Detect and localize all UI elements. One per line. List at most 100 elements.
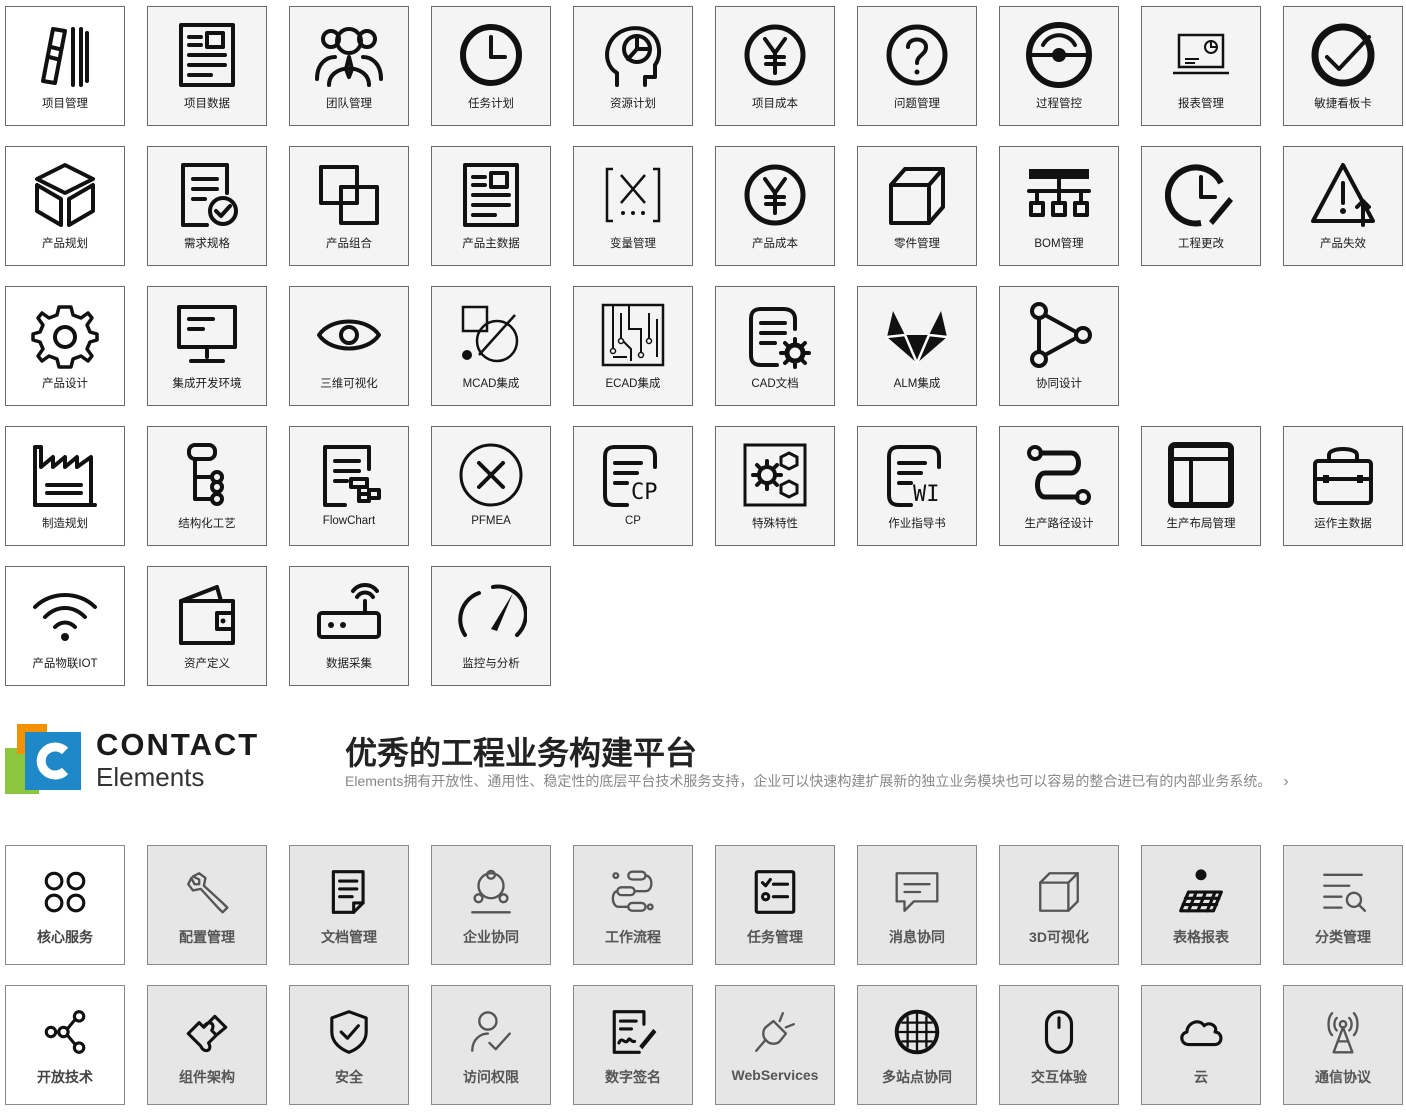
module-tile[interactable]: 云	[1141, 985, 1261, 1105]
module-tile[interactable]: ALM集成	[857, 286, 977, 406]
laptop-chart-icon	[1163, 17, 1239, 93]
module-tile[interactable]: 产品成本	[715, 146, 835, 266]
feature-grid-top: 项目管理 项目数据 团队管理 任务计划 资源计划 项目成本 问题管理 过程管控 报表管理 敏捷看板…	[5, 6, 1403, 686]
module-label: 任务计划	[468, 98, 514, 110]
module-tile[interactable]: 问题管理	[857, 6, 977, 126]
module-label: 任务管理	[747, 929, 803, 945]
share-icon	[37, 1004, 93, 1060]
module-tile[interactable]: 制造规划	[5, 426, 125, 546]
module-tile[interactable]: 监控与分析	[431, 566, 551, 686]
module-tile[interactable]: 开放技术	[5, 985, 125, 1105]
platform-description[interactable]: Elements拥有开放性、通用性、稳定性的底层平台技术服务支持，企业可以快速构…	[345, 771, 1289, 791]
route-icon	[1021, 437, 1097, 513]
module-tile[interactable]: 产品组合	[289, 146, 409, 266]
doc-gear-icon	[737, 297, 813, 373]
module-tile[interactable]: 安全	[289, 985, 409, 1105]
module-label: 通信协议	[1315, 1069, 1371, 1085]
module-tile[interactable]: 产品规划	[5, 146, 125, 266]
question-icon	[879, 17, 955, 93]
module-tile[interactable]: 文档管理	[289, 845, 409, 965]
module-tile[interactable]: 协同设计	[999, 286, 1119, 406]
module-tile[interactable]: 三维可视化	[289, 286, 409, 406]
module-tile[interactable]: 工作流程	[573, 845, 693, 965]
module-label: 产品失效	[1320, 238, 1366, 250]
mcad-shapes-icon	[453, 297, 529, 373]
module-label: BOM管理	[1034, 238, 1084, 250]
warning-icon	[1305, 157, 1381, 233]
module-tile[interactable]: 产品失效	[1283, 146, 1403, 266]
chevron-right-icon[interactable]: ›	[1283, 773, 1288, 791]
module-tile[interactable]: FlowChart	[289, 426, 409, 546]
module-tile[interactable]: 需求规格	[147, 146, 267, 266]
module-tile[interactable]: 产品物联IOT	[5, 566, 125, 686]
module-tile[interactable]: 产品主数据	[431, 146, 551, 266]
module-tile[interactable]: 表格报表	[1141, 845, 1261, 965]
module-tile[interactable]: 数字签名	[573, 985, 693, 1105]
module-tile[interactable]: 变量管理	[573, 146, 693, 266]
module-label: MCAD集成	[462, 378, 520, 390]
table-icon	[1173, 864, 1229, 920]
gauge-icon	[1021, 17, 1097, 93]
module-tile[interactable]: 资产定义	[147, 566, 267, 686]
module-label: 产品物联IOT	[32, 658, 98, 670]
module-tile[interactable]: 生产路径设计	[999, 426, 1119, 546]
module-tile[interactable]: 消息协同	[857, 845, 977, 965]
module-tile[interactable]: 过程管控	[999, 6, 1119, 126]
module-tile[interactable]: 结构化工艺	[147, 426, 267, 546]
module-tile[interactable]: 分类管理	[1283, 845, 1403, 965]
workflow-icon	[605, 864, 661, 920]
module-tile[interactable]: 3D可视化	[999, 845, 1119, 965]
module-tile[interactable]: BOM管理	[999, 146, 1119, 266]
module-tile[interactable]: 特殊特性	[715, 426, 835, 546]
module-tile[interactable]: 通信协议	[1283, 985, 1403, 1105]
module-tile[interactable]: 集成开发环境	[147, 286, 267, 406]
module-tile[interactable]: WebServices	[715, 985, 835, 1105]
wifi-icon	[27, 577, 103, 653]
module-tile[interactable]: 团队管理	[289, 6, 409, 126]
module-label: 文档管理	[321, 929, 377, 945]
module-label: 三维可视化	[320, 378, 378, 390]
module-label: 协同设计	[1036, 378, 1082, 390]
module-tile[interactable]: 资源计划	[573, 6, 693, 126]
module-tile[interactable]: MCAD集成	[431, 286, 551, 406]
module-tile[interactable]: 报表管理	[1141, 6, 1261, 126]
module-tile[interactable]: 产品设计	[5, 286, 125, 406]
module-tile[interactable]: 项目数据	[147, 6, 267, 126]
module-label: 资产定义	[184, 658, 230, 670]
module-tile[interactable]: 零件管理	[857, 146, 977, 266]
module-label: 数据采集	[326, 658, 372, 670]
module-tile[interactable]: CAD文档	[715, 286, 835, 406]
module-label: 问题管理	[894, 98, 940, 110]
module-tile[interactable]: 交互体验	[999, 985, 1119, 1105]
module-tile[interactable]: CP CP	[573, 426, 693, 546]
module-label: 产品组合	[326, 238, 372, 250]
module-tile[interactable]: PFMEA	[431, 426, 551, 546]
module-tile[interactable]: 项目管理	[5, 6, 125, 126]
module-tile[interactable]: 项目成本	[715, 6, 835, 126]
module-tile[interactable]: 访问权限	[431, 985, 551, 1105]
module-label: 企业协同	[463, 929, 519, 945]
module-tile[interactable]: 配置管理	[147, 845, 267, 965]
module-label: 过程管控	[1036, 98, 1082, 110]
module-tile[interactable]: 数据采集	[289, 566, 409, 686]
module-tile[interactable]: 核心服务	[5, 845, 125, 965]
module-label: 特殊特性	[752, 518, 798, 530]
mouse-icon	[1031, 1004, 1087, 1060]
module-label: 监控与分析	[462, 658, 520, 670]
module-tile[interactable]: 敏捷看板卡	[1283, 6, 1403, 126]
module-tile[interactable]: 生产布局管理	[1141, 426, 1261, 546]
module-tile[interactable]: 组件架构	[147, 985, 267, 1105]
module-tile[interactable]: 任务管理	[715, 845, 835, 965]
module-tile[interactable]: 运作主数据	[1283, 426, 1403, 546]
module-tile[interactable]: 工程更改	[1141, 146, 1261, 266]
module-label: ECAD集成	[605, 378, 661, 390]
module-tile[interactable]: 企业协同	[431, 845, 551, 965]
module-tile[interactable]: WI 作业指导书	[857, 426, 977, 546]
module-tile[interactable]: ECAD集成	[573, 286, 693, 406]
user-check-icon	[463, 1004, 519, 1060]
module-tile[interactable]: 多站点协同	[857, 985, 977, 1105]
doc-check-icon	[169, 157, 245, 233]
module-label: 3D可视化	[1029, 929, 1089, 945]
module-label: 云	[1194, 1069, 1208, 1085]
module-tile[interactable]: 任务计划	[431, 6, 551, 126]
